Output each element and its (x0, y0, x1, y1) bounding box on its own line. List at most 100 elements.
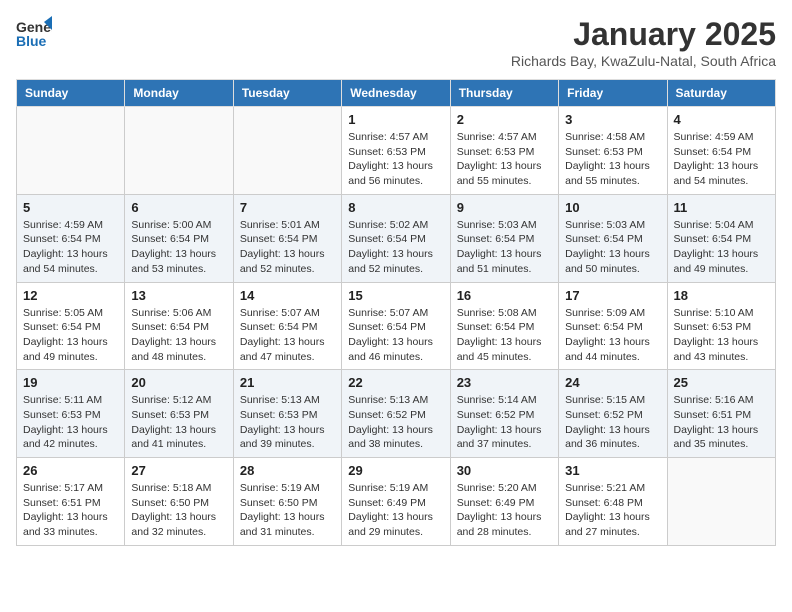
day-number: 29 (348, 463, 443, 478)
day-number: 24 (565, 375, 660, 390)
calendar-cell: 8Sunrise: 5:02 AM Sunset: 6:54 PM Daylig… (342, 194, 450, 282)
day-number: 31 (565, 463, 660, 478)
calendar-cell: 24 Sunrise: 5:15 AM Sunset: 6:52 PM Dayli… (559, 370, 667, 458)
calendar-cell (233, 107, 341, 195)
day-number: 21 (240, 375, 335, 390)
page-header: General Blue January 2025 Richards Bay, … (16, 16, 776, 69)
day-info: Sunrise: 4:57 AM Sunset: 6:53 PM Dayligh… (457, 130, 552, 189)
calendar-cell: 17 Sunrise: 5:09 AM Sunset: 6:54 PM Dayli… (559, 282, 667, 370)
calendar-cell: 10 Sunrise: 5:03 AM Sunset: 6:54 PM Dayli… (559, 194, 667, 282)
day-info: Sunrise: 5:12 AM Sunset: 6:53 PM Dayligh… (131, 393, 226, 452)
calendar-cell: 31 Sunrise: 5:21 AM Sunset: 6:48 PM Dayli… (559, 458, 667, 546)
day-number: 8 (348, 200, 443, 215)
day-info: Sunrise: 5:13 AM Sunset: 6:52 PM Dayligh… (348, 393, 443, 452)
day-info: Sunrise: 5:11 AM Sunset: 6:53 PM Dayligh… (23, 393, 118, 452)
day-info: Sunrise: 5:07 AM Sunset: 6:54 PM Dayligh… (348, 306, 443, 365)
calendar-cell: 9Sunrise: 5:03 AM Sunset: 6:54 PM Daylig… (450, 194, 558, 282)
day-info: Sunrise: 5:07 AM Sunset: 6:54 PM Dayligh… (240, 306, 335, 365)
title-block: January 2025 Richards Bay, KwaZulu-Natal… (511, 16, 776, 69)
calendar-cell: 12Sunrise: 5:05 AM Sunset: 6:54 PM Dayli… (17, 282, 125, 370)
svg-text:Blue: Blue (16, 33, 47, 49)
day-number: 4 (674, 112, 769, 127)
calendar-cell: 25 Sunrise: 5:16 AM Sunset: 6:51 PM Dayli… (667, 370, 775, 458)
day-info: Sunrise: 5:03 AM Sunset: 6:54 PM Dayligh… (457, 218, 552, 277)
day-number: 5 (23, 200, 118, 215)
day-number: 3 (565, 112, 660, 127)
calendar-cell: 30Sunrise: 5:20 AM Sunset: 6:49 PM Dayli… (450, 458, 558, 546)
day-number: 30 (457, 463, 552, 478)
day-info: Sunrise: 4:57 AM Sunset: 6:53 PM Dayligh… (348, 130, 443, 189)
calendar-cell: 19 Sunrise: 5:11 AM Sunset: 6:53 PM Dayli… (17, 370, 125, 458)
day-number: 13 (131, 288, 226, 303)
day-number: 20 (131, 375, 226, 390)
day-info: Sunrise: 5:00 AM Sunset: 6:54 PM Dayligh… (131, 218, 226, 277)
day-info: Sunrise: 5:10 AM Sunset: 6:53 PM Dayligh… (674, 306, 769, 365)
day-info: Sunrise: 5:18 AM Sunset: 6:50 PM Dayligh… (131, 481, 226, 540)
calendar-cell: 11 Sunrise: 5:04 AM Sunset: 6:54 PM Dayli… (667, 194, 775, 282)
day-info: Sunrise: 4:58 AM Sunset: 6:53 PM Dayligh… (565, 130, 660, 189)
calendar-cell: 6 Sunrise: 5:00 AM Sunset: 6:54 PM Daylig… (125, 194, 233, 282)
day-info: Sunrise: 5:15 AM Sunset: 6:52 PM Dayligh… (565, 393, 660, 452)
day-info: Sunrise: 5:17 AM Sunset: 6:51 PM Dayligh… (23, 481, 118, 540)
calendar-table: SundayMondayTuesdayWednesdayThursdayFrid… (16, 79, 776, 546)
day-number: 26 (23, 463, 118, 478)
calendar-cell: 28 Sunrise: 5:19 AM Sunset: 6:50 PM Dayli… (233, 458, 341, 546)
calendar-cell: 2 Sunrise: 4:57 AM Sunset: 6:53 PM Daylig… (450, 107, 558, 195)
day-number: 16 (457, 288, 552, 303)
calendar-header: SundayMondayTuesdayWednesdayThursdayFrid… (17, 80, 776, 107)
day-info: Sunrise: 5:16 AM Sunset: 6:51 PM Dayligh… (674, 393, 769, 452)
header-tuesday: Tuesday (233, 80, 341, 107)
header-sunday: Sunday (17, 80, 125, 107)
day-number: 25 (674, 375, 769, 390)
header-monday: Monday (125, 80, 233, 107)
header-saturday: Saturday (667, 80, 775, 107)
day-number: 10 (565, 200, 660, 215)
day-info: Sunrise: 5:19 AM Sunset: 6:49 PM Dayligh… (348, 481, 443, 540)
calendar-cell (17, 107, 125, 195)
calendar-cell (125, 107, 233, 195)
calendar-cell: 14 Sunrise: 5:07 AM Sunset: 6:54 PM Dayli… (233, 282, 341, 370)
day-info: Sunrise: 5:03 AM Sunset: 6:54 PM Dayligh… (565, 218, 660, 277)
day-number: 2 (457, 112, 552, 127)
day-info: Sunrise: 5:19 AM Sunset: 6:50 PM Dayligh… (240, 481, 335, 540)
header-thursday: Thursday (450, 80, 558, 107)
calendar-cell: 26 Sunrise: 5:17 AM Sunset: 6:51 PM Dayli… (17, 458, 125, 546)
calendar-cell: 15 Sunrise: 5:07 AM Sunset: 6:54 PM Dayli… (342, 282, 450, 370)
calendar-cell: 1 Sunrise: 4:57 AM Sunset: 6:53 PM Daylig… (342, 107, 450, 195)
day-number: 1 (348, 112, 443, 127)
day-number: 27 (131, 463, 226, 478)
day-info: Sunrise: 5:14 AM Sunset: 6:52 PM Dayligh… (457, 393, 552, 452)
day-number: 14 (240, 288, 335, 303)
calendar-cell: 13 Sunrise: 5:06 AM Sunset: 6:54 PM Dayli… (125, 282, 233, 370)
month-title: January 2025 (511, 16, 776, 53)
day-number: 28 (240, 463, 335, 478)
day-info: Sunrise: 5:04 AM Sunset: 6:54 PM Dayligh… (674, 218, 769, 277)
calendar-cell: 22Sunrise: 5:13 AM Sunset: 6:52 PM Dayli… (342, 370, 450, 458)
calendar-cell: 29 Sunrise: 5:19 AM Sunset: 6:49 PM Dayli… (342, 458, 450, 546)
day-info: Sunrise: 5:09 AM Sunset: 6:54 PM Dayligh… (565, 306, 660, 365)
day-info: Sunrise: 4:59 AM Sunset: 6:54 PM Dayligh… (674, 130, 769, 189)
calendar-cell: 3 Sunrise: 4:58 AM Sunset: 6:53 PM Daylig… (559, 107, 667, 195)
day-number: 6 (131, 200, 226, 215)
day-number: 11 (674, 200, 769, 215)
day-number: 15 (348, 288, 443, 303)
day-info: Sunrise: 5:21 AM Sunset: 6:48 PM Dayligh… (565, 481, 660, 540)
calendar-cell (667, 458, 775, 546)
calendar-cell: 21Sunrise: 5:13 AM Sunset: 6:53 PM Dayli… (233, 370, 341, 458)
day-number: 17 (565, 288, 660, 303)
day-info: Sunrise: 5:05 AM Sunset: 6:54 PM Dayligh… (23, 306, 118, 365)
header-wednesday: Wednesday (342, 80, 450, 107)
day-number: 7 (240, 200, 335, 215)
logo: General Blue (16, 16, 52, 52)
day-info: Sunrise: 4:59 AM Sunset: 6:54 PM Dayligh… (23, 218, 118, 277)
day-info: Sunrise: 5:06 AM Sunset: 6:54 PM Dayligh… (131, 306, 226, 365)
calendar-cell: 23Sunrise: 5:14 AM Sunset: 6:52 PM Dayli… (450, 370, 558, 458)
day-number: 19 (23, 375, 118, 390)
calendar-cell: 7 Sunrise: 5:01 AM Sunset: 6:54 PM Daylig… (233, 194, 341, 282)
day-info: Sunrise: 5:08 AM Sunset: 6:54 PM Dayligh… (457, 306, 552, 365)
day-info: Sunrise: 5:01 AM Sunset: 6:54 PM Dayligh… (240, 218, 335, 277)
logo-icon: General Blue (16, 16, 52, 52)
calendar-cell: 27 Sunrise: 5:18 AM Sunset: 6:50 PM Dayli… (125, 458, 233, 546)
calendar-cell: 18Sunrise: 5:10 AM Sunset: 6:53 PM Dayli… (667, 282, 775, 370)
calendar-cell: 4 Sunrise: 4:59 AM Sunset: 6:54 PM Daylig… (667, 107, 775, 195)
